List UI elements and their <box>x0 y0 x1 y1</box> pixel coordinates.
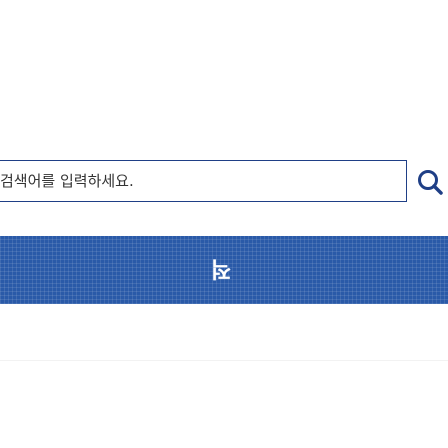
search-input[interactable] <box>0 161 400 200</box>
apply-button-label: 적 <box>211 259 236 281</box>
screen: 적 <box>0 0 448 448</box>
apply-button[interactable]: 적 <box>0 236 448 304</box>
search-icon[interactable] <box>416 168 444 196</box>
search-row <box>0 160 448 204</box>
divider <box>0 360 448 361</box>
search-box <box>0 160 407 202</box>
